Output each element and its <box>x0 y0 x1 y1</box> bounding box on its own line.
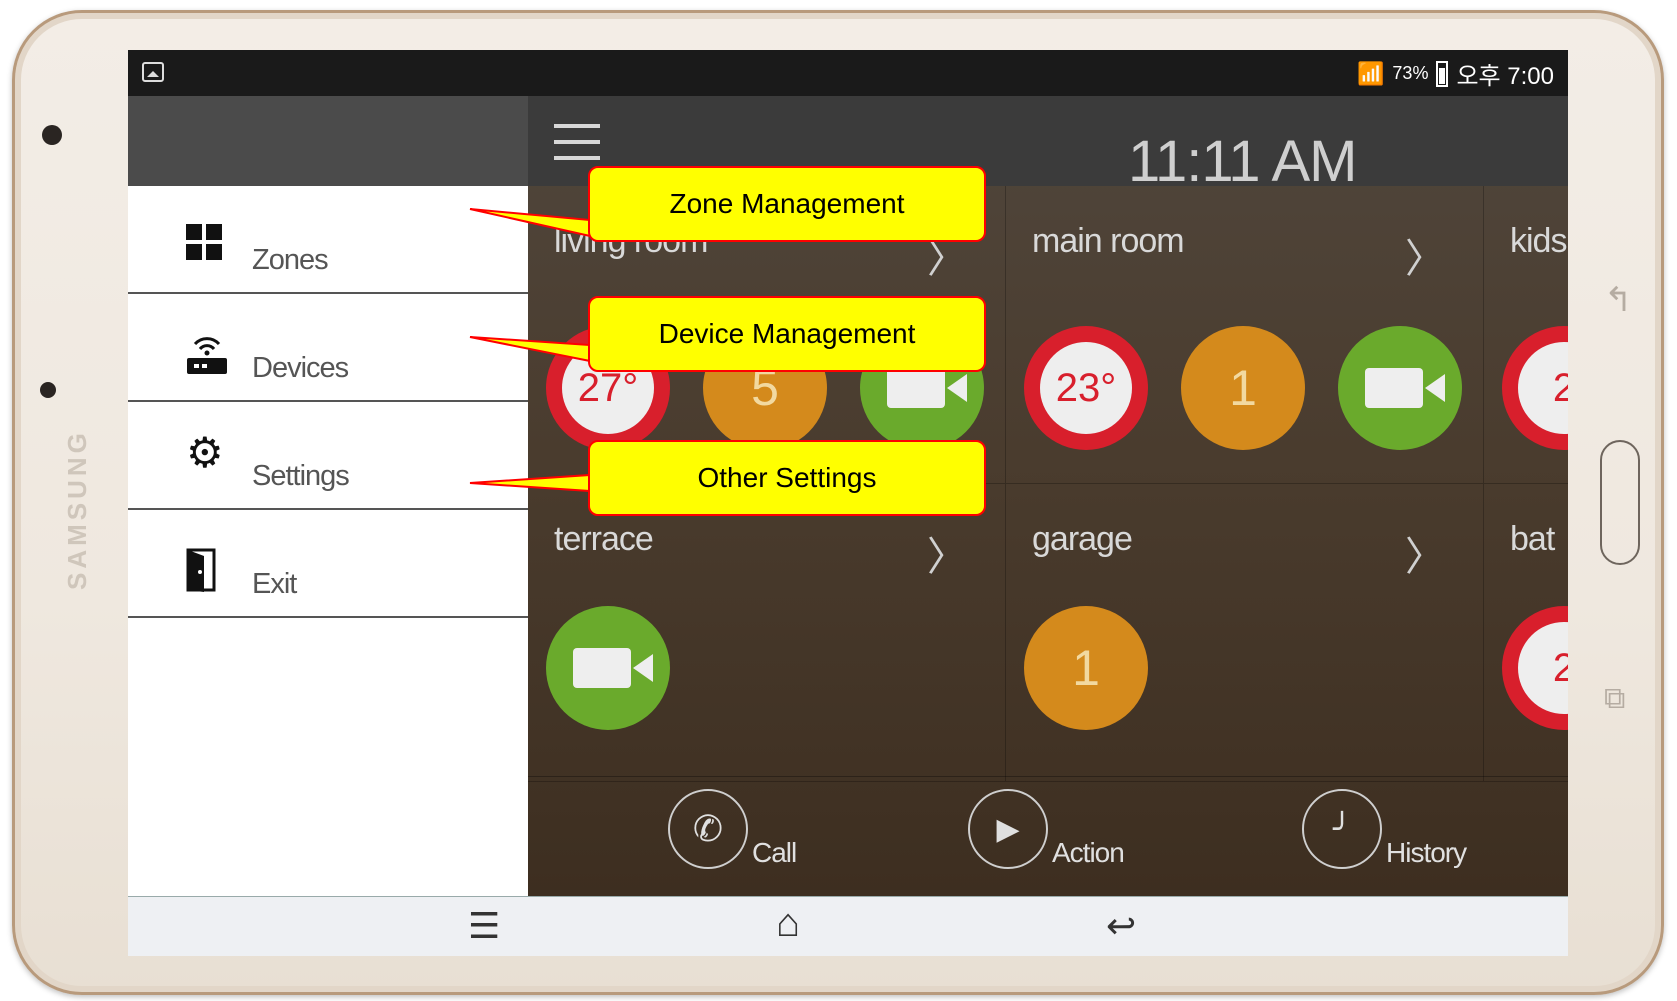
callout-zone-management: Zone Management <box>588 166 986 242</box>
callout-text: Device Management <box>658 318 916 349</box>
callout-text: Other Settings <box>697 462 877 493</box>
callout-text: Zone Management <box>669 188 905 219</box>
callout-other-settings: Other Settings <box>588 440 986 516</box>
callout-device-management: Device Management <box>588 296 986 372</box>
